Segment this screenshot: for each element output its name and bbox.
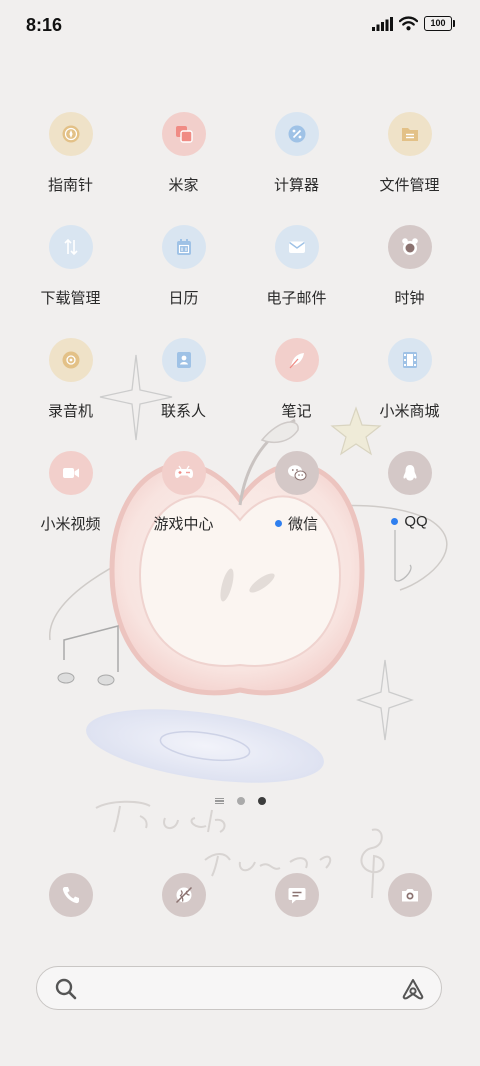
app-label[interactable]: 计算器: [274, 174, 319, 195]
browser-icon[interactable]: [161, 873, 206, 917]
status-time: 8:16: [26, 15, 63, 35]
status-icons: 100: [372, 16, 455, 31]
app-label[interactable]: 指南针: [48, 174, 93, 195]
app-contacts[interactable]: 联系人: [127, 338, 240, 451]
app-file-manager[interactable]: 文件管理: [353, 112, 466, 225]
app-compass[interactable]: 指南针: [14, 112, 127, 225]
app-label[interactable]: 时钟: [394, 287, 424, 308]
app-row: 录音机 联系人 笔记 小米商城: [14, 338, 466, 451]
app-recorder[interactable]: 录音机: [14, 338, 127, 451]
dock: [14, 873, 466, 917]
video-camera-icon[interactable]: [48, 451, 93, 495]
app-download-manager[interactable]: 下载管理: [14, 225, 127, 338]
calendar-icon[interactable]: [161, 225, 206, 269]
notification-dot: [391, 518, 399, 525]
app-label[interactable]: 联系人: [161, 400, 206, 421]
app-mi-store[interactable]: 小米商城: [353, 338, 466, 451]
app-label-text: QQ: [404, 513, 428, 530]
app-label[interactable]: 文件管理: [379, 174, 439, 195]
app-qq[interactable]: QQ: [353, 451, 466, 564]
app-label-text: 电子邮件: [266, 290, 327, 307]
phone-icon[interactable]: [48, 873, 93, 917]
folder-icon[interactable]: [387, 112, 432, 156]
app-clock[interactable]: 时钟: [353, 225, 466, 338]
app-label-text: 计算器: [273, 177, 319, 194]
mi-home-icon[interactable]: [161, 112, 206, 156]
wechat-icon[interactable]: [274, 451, 319, 495]
app-game-center[interactable]: 游戏中心: [127, 451, 240, 564]
page-dot[interactable]: [236, 797, 245, 805]
search-icon[interactable]: [54, 977, 78, 1001]
compass-icon[interactable]: [48, 112, 93, 156]
status-bar: 8:16 100: [0, 0, 480, 50]
mail-icon[interactable]: [274, 225, 319, 269]
message-icon[interactable]: [274, 873, 319, 917]
dock-app-messages[interactable]: [240, 873, 353, 917]
app-label[interactable]: 日历: [168, 287, 198, 308]
app-calendar[interactable]: 日历: [127, 225, 240, 338]
app-notes[interactable]: 笔记: [240, 338, 353, 451]
app-label[interactable]: 游戏中心: [153, 513, 213, 534]
dock-app-phone[interactable]: [14, 873, 127, 917]
app-mi-home[interactable]: 米家: [127, 112, 240, 225]
page-indicator[interactable]: [0, 797, 480, 805]
app-label-text: 小米视频: [40, 516, 101, 533]
ai-assistant-icon[interactable]: [401, 977, 425, 1001]
app-label-text: 指南针: [47, 177, 93, 194]
app-row: 下载管理 日历 电子邮件 时钟: [14, 225, 466, 338]
home-feed-indicator-icon[interactable]: [214, 797, 224, 805]
app-label[interactable]: 米家: [168, 174, 198, 195]
app-calculator[interactable]: 计算器: [240, 112, 353, 225]
dock-app-browser[interactable]: [127, 873, 240, 917]
wifi-icon: [399, 16, 418, 31]
app-label[interactable]: 电子邮件: [266, 287, 326, 308]
app-label[interactable]: QQ: [391, 513, 428, 530]
gamepad-icon[interactable]: [161, 451, 206, 495]
app-label[interactable]: 小米视频: [40, 513, 100, 534]
camera-icon[interactable]: [387, 873, 432, 917]
app-label-text: 文件管理: [379, 177, 440, 194]
app-label-text: 微信: [287, 516, 318, 533]
app-label-text: 日历: [168, 290, 199, 307]
app-grid: 指南针 米家 计算器 文件管理下载管理 日历 电子邮件 时钟录音机 联系人 笔记 小米商城小米视频…: [14, 112, 466, 564]
app-label-text: 小米商城: [379, 403, 440, 420]
recorder-icon[interactable]: [48, 338, 93, 382]
feather-icon[interactable]: [274, 338, 319, 382]
app-email[interactable]: 电子邮件: [240, 225, 353, 338]
app-label-text: 米家: [168, 177, 199, 194]
search-bar[interactable]: [36, 966, 442, 1010]
app-label-text: 下载管理: [40, 290, 101, 307]
notification-dot: [274, 520, 282, 527]
film-icon[interactable]: [387, 338, 432, 382]
app-mi-video[interactable]: 小米视频: [14, 451, 127, 564]
search-input[interactable]: [93, 973, 385, 1005]
contacts-icon[interactable]: [161, 338, 206, 382]
app-label[interactable]: 微信: [274, 513, 318, 534]
download-icon[interactable]: [48, 225, 93, 269]
signal-icon: [372, 16, 393, 31]
app-label[interactable]: 小米商城: [379, 400, 439, 421]
dock-app-camera[interactable]: [353, 873, 466, 917]
calculator-icon[interactable]: [274, 112, 319, 156]
app-row: 小米视频 游戏中心 微信 QQ: [14, 451, 466, 564]
app-label[interactable]: 下载管理: [40, 287, 100, 308]
app-label-text: 游戏中心: [153, 516, 214, 533]
app-label-text: 笔记: [281, 403, 312, 420]
app-label[interactable]: 笔记: [281, 400, 311, 421]
app-label[interactable]: 录音机: [48, 400, 93, 421]
app-wechat[interactable]: 微信: [240, 451, 353, 564]
app-label-text: 时钟: [394, 290, 425, 307]
app-row: 指南针 米家 计算器 文件管理: [14, 112, 466, 225]
app-label-text: 录音机: [47, 403, 93, 420]
battery-indicator: 100: [424, 16, 455, 31]
app-label-text: 联系人: [160, 403, 206, 420]
page-dot-active[interactable]: [257, 797, 266, 805]
battery-level: 100: [430, 18, 446, 28]
alarm-clock-icon[interactable]: [387, 225, 432, 269]
qq-penguin-icon[interactable]: [387, 451, 432, 495]
